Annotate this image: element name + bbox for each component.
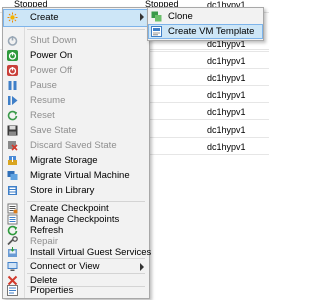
- menu-item-label: Migrate Storage: [30, 155, 98, 166]
- menu-separator: [27, 258, 145, 259]
- menu-separator: [27, 273, 145, 274]
- migrate-storage-icon: [7, 155, 18, 166]
- menu-item-label: Resume: [30, 95, 66, 106]
- create-submenu: Clone Create VM Template: [147, 7, 264, 41]
- template-icon: [151, 26, 162, 37]
- vm-host: dc1hypv1: [207, 125, 246, 135]
- menu-item-store-in-library[interactable]: Store in Library: [3, 182, 149, 200]
- menu-item-label: Save State: [30, 125, 77, 136]
- connect-icon: [7, 261, 18, 272]
- menu-item-label: Shut Down: [30, 35, 77, 46]
- vm-host: dc1hypv1: [207, 90, 246, 100]
- library-icon: [7, 185, 18, 196]
- menu-item-label: Create: [30, 12, 59, 23]
- menu-item-create-checkpoint[interactable]: Create Checkpoint: [3, 202, 149, 214]
- install-icon: [7, 247, 18, 258]
- menu-item-label: Connect or View: [30, 261, 100, 272]
- resume-icon: [7, 95, 18, 106]
- menu-item-label: Power On: [30, 50, 73, 61]
- menu-item-label: Pause: [30, 80, 57, 91]
- reset-icon: [7, 110, 18, 121]
- vm-host: dc1hypv1: [207, 73, 246, 83]
- menu-item-manage-checkpoints[interactable]: Manage Checkpoints: [3, 213, 149, 225]
- submenu-item-clone[interactable]: Clone: [148, 9, 263, 24]
- pause-icon: [7, 80, 18, 91]
- submenu-item-label: Create VM Template: [168, 26, 255, 37]
- menu-item-label: Discard Saved State: [30, 140, 117, 151]
- sparkle-icon: [7, 12, 18, 23]
- properties-icon: [7, 285, 18, 296]
- discard-icon: [7, 140, 18, 151]
- menu-item-repair[interactable]: Repair: [3, 235, 149, 247]
- menu-item-create[interactable]: Create: [3, 9, 149, 27]
- menu-item-label: Power Off: [30, 65, 73, 76]
- menu-separator: [27, 29, 145, 30]
- vm-host: dc1hypv1: [207, 107, 246, 117]
- submenu-arrow-icon: [140, 263, 144, 271]
- submenu-arrow-icon: [140, 13, 144, 21]
- vm-host: dc1hypv1: [207, 142, 246, 152]
- menu-item-properties[interactable]: Properties: [3, 285, 149, 297]
- menu-item-label: Properties: [30, 285, 74, 296]
- menu-item-label: Migrate Virtual Machine: [30, 170, 130, 181]
- menu-item-install-virtual-guest-services[interactable]: Install Virtual Guest Services: [3, 246, 152, 258]
- submenu-item-create-vm-template[interactable]: Create VM Template: [148, 24, 263, 39]
- menu-item-label: Reset: [30, 110, 55, 121]
- vm-context-menu: Create Shut Down Power On Power Off Paus…: [2, 7, 152, 299]
- power-off-icon: [7, 65, 18, 76]
- menu-item-label: Install Virtual Guest Services: [30, 247, 152, 258]
- power-on-icon: [7, 50, 18, 61]
- clone-icon: [151, 11, 162, 22]
- submenu-item-label: Clone: [168, 11, 193, 22]
- menu-item-label: Store in Library: [30, 185, 95, 196]
- menu-item-connect-or-view[interactable]: Connect or View: [3, 260, 149, 273]
- save-icon: [7, 125, 18, 136]
- menu-item-refresh[interactable]: Refresh: [3, 224, 149, 236]
- vm-host: dc1hypv1: [207, 56, 246, 66]
- migrate-vm-icon: [7, 170, 18, 181]
- shutdown-icon: [7, 35, 18, 46]
